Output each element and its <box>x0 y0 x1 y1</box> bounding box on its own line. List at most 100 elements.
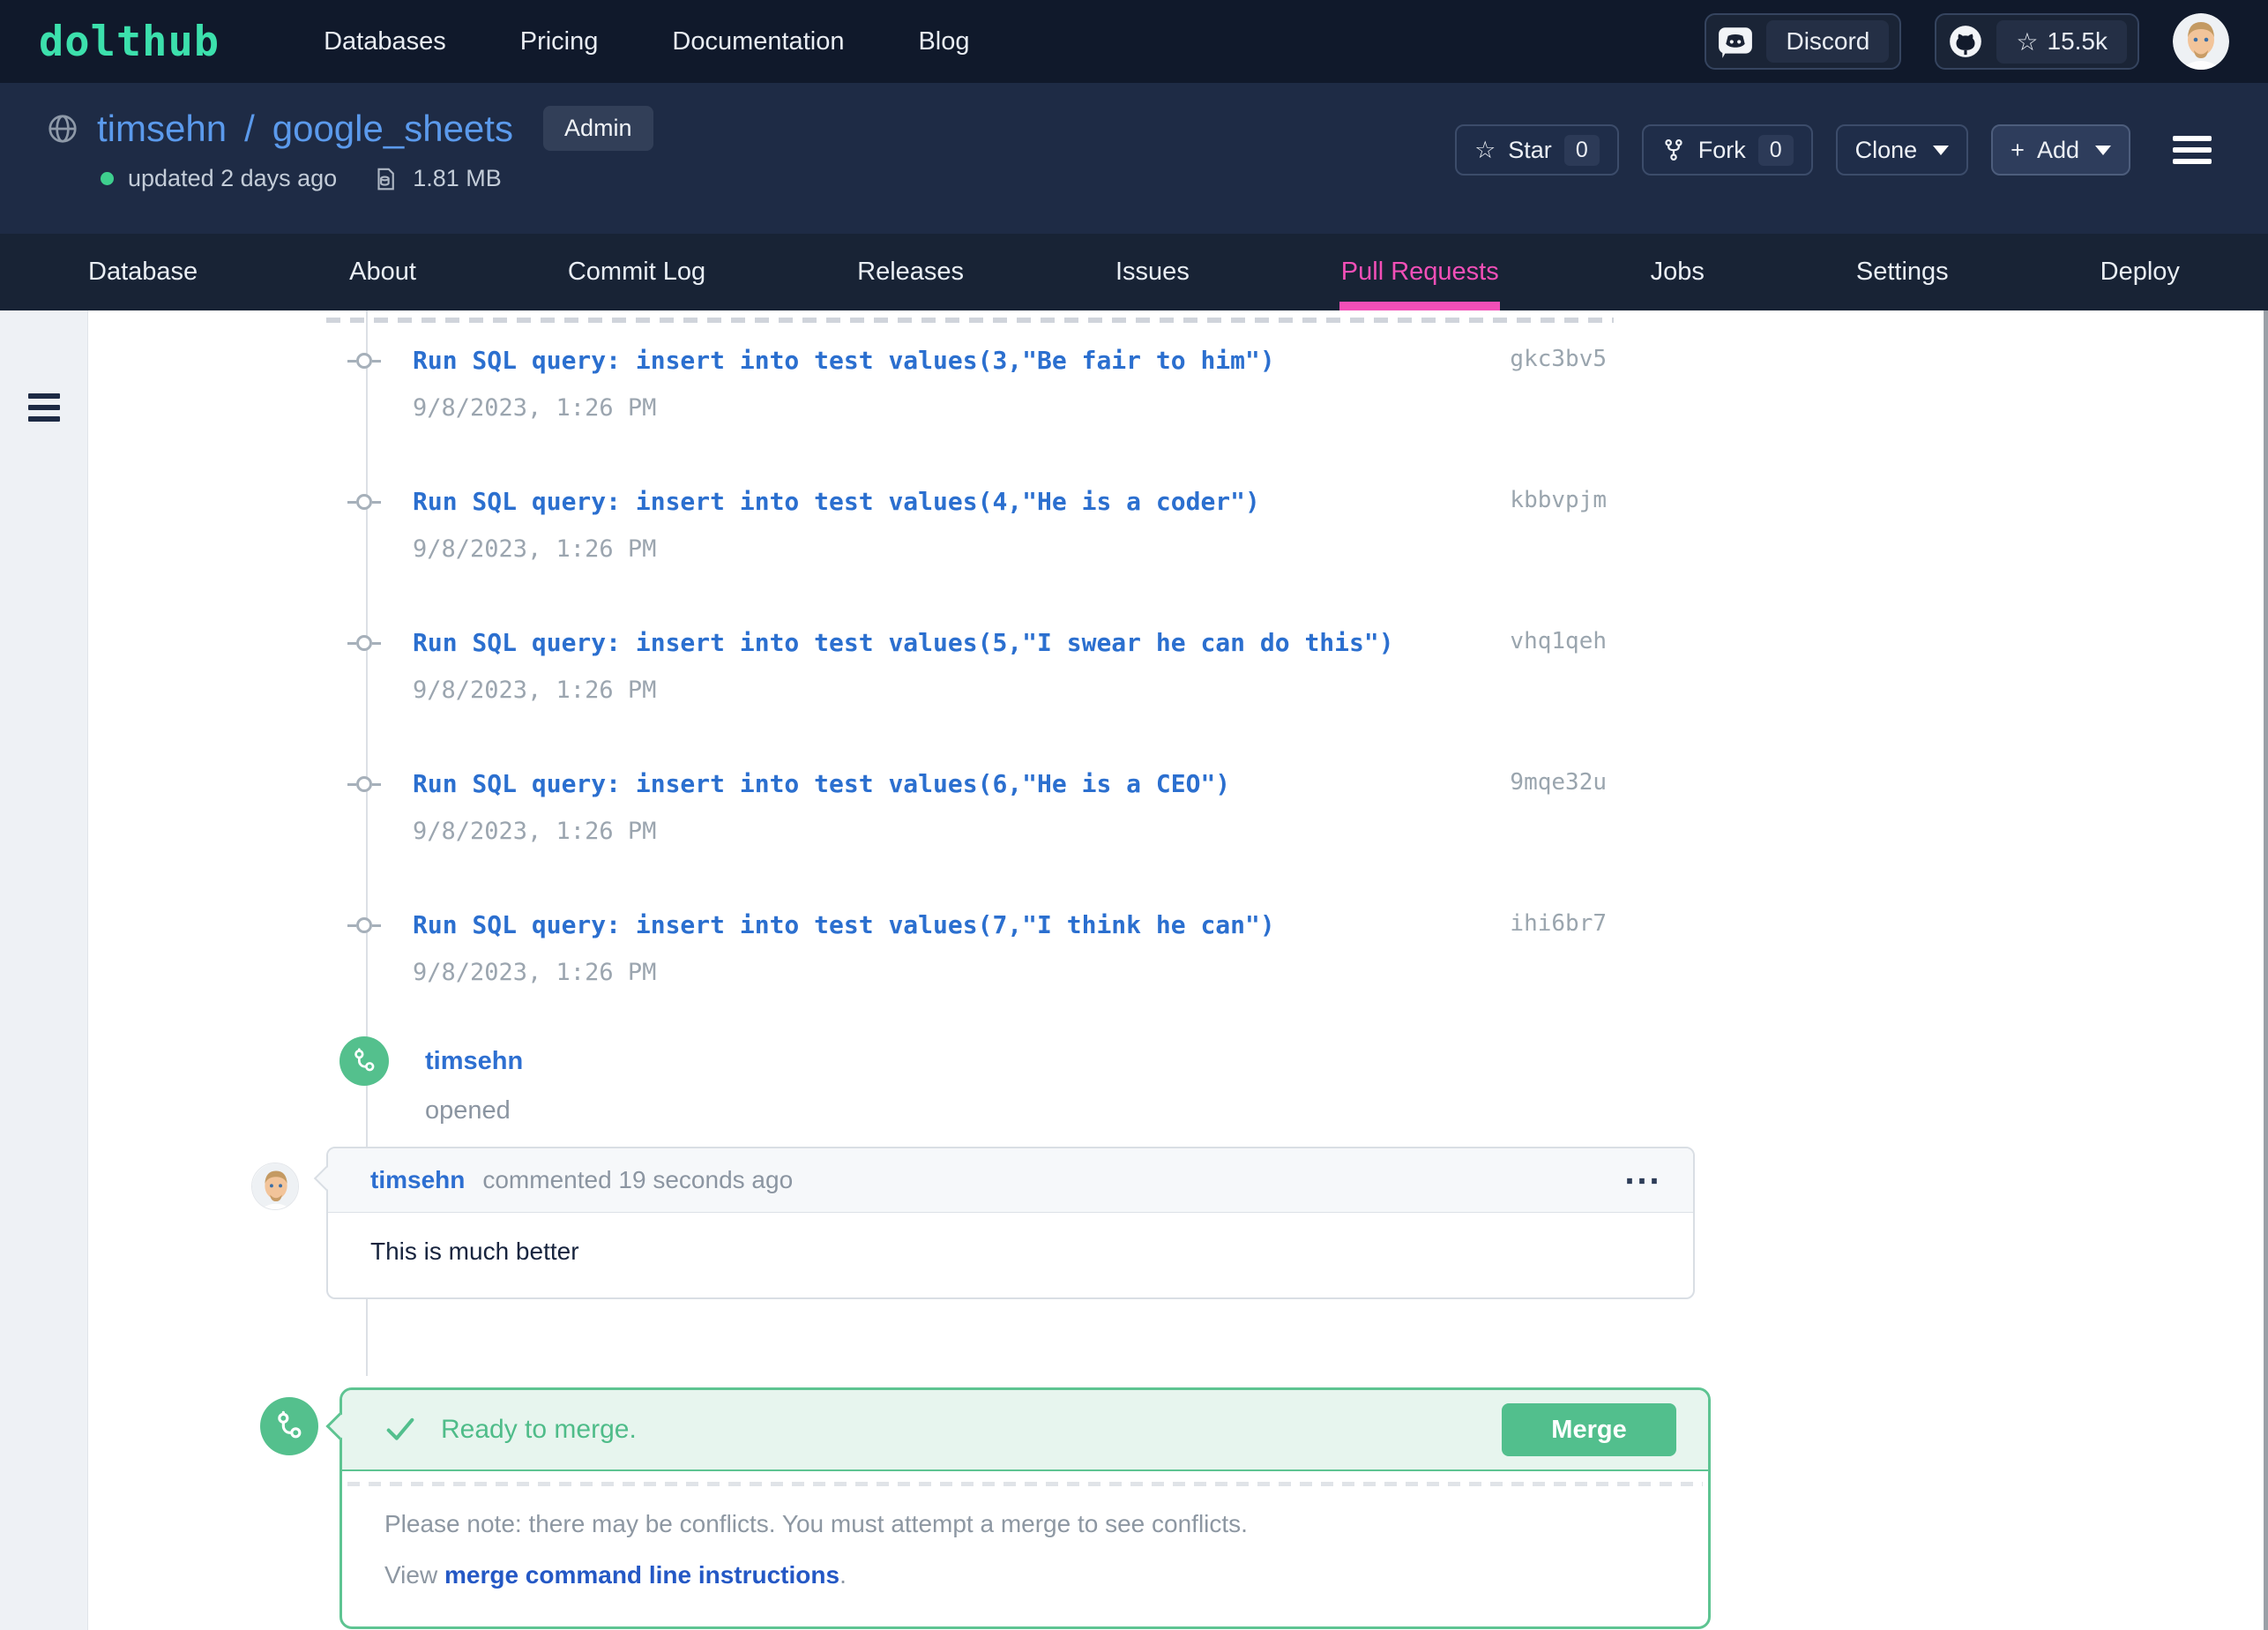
nav-link-documentation[interactable]: Documentation <box>672 27 844 56</box>
repo-size: 1.81 MB <box>413 165 502 192</box>
plus-icon: + <box>2011 137 2025 164</box>
tab-pull-requests[interactable]: Pull Requests <box>1341 234 1499 310</box>
chevron-down-icon <box>2095 146 2111 155</box>
github-icon <box>1947 23 1984 60</box>
commit-row: Run SQL query: insert into test values(3… <box>88 346 1607 460</box>
add-label: Add <box>2037 137 2079 164</box>
commit-message-link[interactable]: Run SQL query: insert into test values(3… <box>413 346 1275 375</box>
comment-header: timsehn commented 19 seconds ago ⋯ <box>328 1148 1693 1213</box>
repo-name-link[interactable]: google_sheets <box>272 108 513 150</box>
merge-status-text: Ready to merge. <box>441 1415 637 1445</box>
repo-owner-link[interactable]: timsehn <box>97 108 227 150</box>
discord-label: Discord <box>1766 20 1889 63</box>
updated-status-dot <box>101 172 114 185</box>
commit-hash-link[interactable]: gkc3bv5 <box>1510 346 1607 372</box>
dolthub-logo[interactable]: dolthub <box>39 18 220 66</box>
dolthub-pull-request-page: dolthub Databases Pricing Documentation … <box>0 0 2268 1630</box>
user-avatar[interactable] <box>2173 13 2229 70</box>
commit-hash-link[interactable]: ihi6br7 <box>1510 910 1607 937</box>
view-prefix: View <box>384 1561 444 1589</box>
commit-node-icon <box>347 776 381 792</box>
nav-link-pricing[interactable]: Pricing <box>520 27 599 56</box>
tab-releases[interactable]: Releases <box>857 234 964 310</box>
commit-node-icon <box>347 494 381 510</box>
fork-label: Fork <box>1698 137 1746 164</box>
clipped-text-row <box>347 1482 1703 1486</box>
star-label: Star <box>1508 137 1552 164</box>
comment-caret <box>314 1166 339 1191</box>
github-button[interactable]: ☆ 15.5k <box>1935 13 2139 70</box>
star-button[interactable]: ☆ Star 0 <box>1455 124 1619 176</box>
public-globe-icon <box>46 112 79 146</box>
star-outline-icon: ☆ <box>2016 27 2038 56</box>
star-count: 0 <box>1564 135 1600 166</box>
tab-settings[interactable]: Settings <box>1856 234 1949 310</box>
commit-node-icon <box>347 635 381 651</box>
commit-hash-link[interactable]: kbbvpjm <box>1510 487 1607 513</box>
repo-menu-button[interactable] <box>2173 136 2212 164</box>
sidebar-toggle-button[interactable] <box>28 393 60 422</box>
nav-link-databases[interactable]: Databases <box>324 27 446 56</box>
tab-database[interactable]: Database <box>88 234 198 310</box>
database-size-icon <box>372 166 399 192</box>
tab-issues[interactable]: Issues <box>1115 234 1190 310</box>
view-suffix: . <box>839 1561 847 1589</box>
commit-timestamp: 9/8/2023, 1:26 PM <box>413 677 1607 704</box>
commit-timestamp: 9/8/2023, 1:26 PM <box>413 818 1607 845</box>
repo-slash: / <box>244 108 255 150</box>
overflow-menu-icon[interactable]: ⋯ <box>1623 1171 1661 1189</box>
repo-tab-bar: Database About Commit Log Releases Issue… <box>0 234 2268 310</box>
commit-row: Run SQL query: insert into test values(7… <box>88 910 1607 1025</box>
commit-timestamp: 9/8/2023, 1:26 PM <box>413 535 1607 563</box>
chevron-down-icon <box>1933 146 1949 155</box>
pull-request-icon <box>339 1036 389 1086</box>
commit-message-link[interactable]: Run SQL query: insert into test values(4… <box>413 487 1260 516</box>
add-button[interactable]: + Add <box>1991 124 2130 176</box>
commit-hash-link[interactable]: 9mqe32u <box>1510 769 1607 796</box>
repo-action-buttons: ☆ Star 0 Fork 0 Clone + Add <box>1455 124 2212 176</box>
merge-conflict-note: Please note: there may be conflicts. You… <box>384 1510 1666 1538</box>
navbar-right: Discord ☆ 15.5k <box>1705 13 2229 70</box>
comment-card: timsehn commented 19 seconds ago ⋯ This … <box>326 1147 1695 1299</box>
commit-row: Run SQL query: insert into test values(6… <box>88 769 1607 884</box>
admin-badge: Admin <box>543 106 653 151</box>
commit-hash-link[interactable]: vhq1qeh <box>1510 628 1607 654</box>
commit-timestamp: 9/8/2023, 1:26 PM <box>413 394 1607 422</box>
commit-timestamp: 9/8/2023, 1:26 PM <box>413 959 1607 986</box>
repo-header: timsehn / google_sheets Admin updated 2 … <box>0 83 2268 234</box>
commit-row: Run SQL query: insert into test values(5… <box>88 628 1607 743</box>
discord-icon <box>1717 23 1754 60</box>
pull-request-timeline: Run SQL query: insert into test values(3… <box>88 310 2268 1630</box>
main-nav: Databases Pricing Documentation Blog <box>324 27 969 56</box>
clone-button[interactable]: Clone <box>1836 124 1969 176</box>
merge-instructions-link[interactable]: merge command line instructions <box>444 1561 839 1589</box>
tab-about[interactable]: About <box>349 234 416 310</box>
merge-header: Ready to merge. Merge <box>342 1390 1708 1471</box>
left-sidebar <box>0 310 88 1630</box>
tab-jobs[interactable]: Jobs <box>1651 234 1705 310</box>
updated-text: updated 2 days ago <box>128 165 337 192</box>
comment-author-avatar[interactable] <box>251 1163 299 1210</box>
commit-message-link[interactable]: Run SQL query: insert into test values(6… <box>413 769 1230 798</box>
tab-deploy[interactable]: Deploy <box>2100 234 2180 310</box>
commit-message-link[interactable]: Run SQL query: insert into test values(5… <box>413 628 1394 657</box>
merge-caret <box>325 1412 353 1439</box>
comment-user-link[interactable]: timsehn <box>370 1166 465 1194</box>
tab-commit-log[interactable]: Commit Log <box>568 234 705 310</box>
star-icon: ☆ <box>1474 137 1496 164</box>
discord-button[interactable]: Discord <box>1705 13 1901 70</box>
fork-button[interactable]: Fork 0 <box>1642 124 1813 176</box>
commit-row: Run SQL query: insert into test values(4… <box>88 487 1607 602</box>
scrollbar[interactable] <box>2264 310 2268 1630</box>
top-navbar: dolthub Databases Pricing Documentation … <box>0 0 2268 83</box>
clipped-text-row <box>326 318 1614 323</box>
pull-request-icon <box>260 1397 318 1455</box>
merge-button[interactable]: Merge <box>1502 1403 1676 1456</box>
opened-user-link[interactable]: timsehn <box>425 1047 523 1075</box>
merge-body: Please note: there may be conflicts. You… <box>342 1471 1708 1626</box>
fork-count: 0 <box>1758 135 1794 166</box>
check-icon <box>383 1410 418 1450</box>
comment-body: This is much better <box>328 1213 1693 1297</box>
commit-message-link[interactable]: Run SQL query: insert into test values(7… <box>413 910 1275 939</box>
nav-link-blog[interactable]: Blog <box>918 27 969 56</box>
